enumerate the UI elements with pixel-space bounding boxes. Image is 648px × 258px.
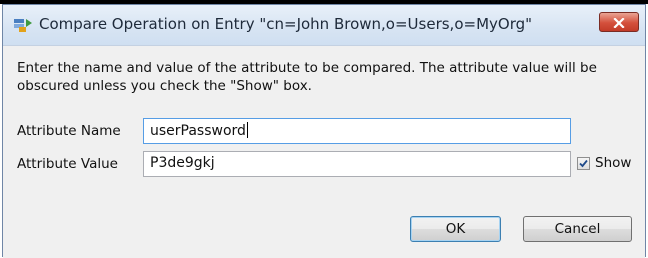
close-button[interactable] — [599, 12, 639, 32]
show-checkbox[interactable] — [577, 154, 590, 173]
attribute-name-value: userPassword — [150, 123, 246, 139]
ok-button-label: OK — [445, 221, 466, 237]
checkmark-icon — [578, 154, 589, 173]
attribute-value-input[interactable]: P3de9gkj — [143, 151, 571, 177]
instructions-text: Enter the name and value of the attribut… — [17, 60, 597, 94]
close-icon — [613, 13, 625, 32]
attribute-name-input[interactable]: userPassword — [143, 118, 571, 144]
attribute-value-value: P3de9gkj — [150, 155, 215, 171]
ok-button[interactable]: OK — [410, 216, 501, 242]
title-bar[interactable]: Compare Operation on Entry "cn=John Brow… — [3, 5, 645, 46]
show-checkbox-group[interactable]: Show — [577, 155, 631, 171]
cancel-button-label: Cancel — [554, 221, 601, 237]
dialog-body: Enter the name and value of the attribut… — [3, 46, 645, 258]
window-title: Compare Operation on Entry "cn=John Brow… — [39, 15, 533, 33]
attribute-name-label: Attribute Name — [17, 123, 121, 139]
ldap-compare-icon — [13, 17, 33, 33]
compare-dialog: Compare Operation on Entry "cn=John Brow… — [2, 4, 646, 258]
text-caret — [246, 122, 248, 138]
cancel-button[interactable]: Cancel — [523, 216, 632, 242]
show-label: Show — [595, 155, 632, 171]
attribute-value-label: Attribute Value — [17, 156, 118, 172]
